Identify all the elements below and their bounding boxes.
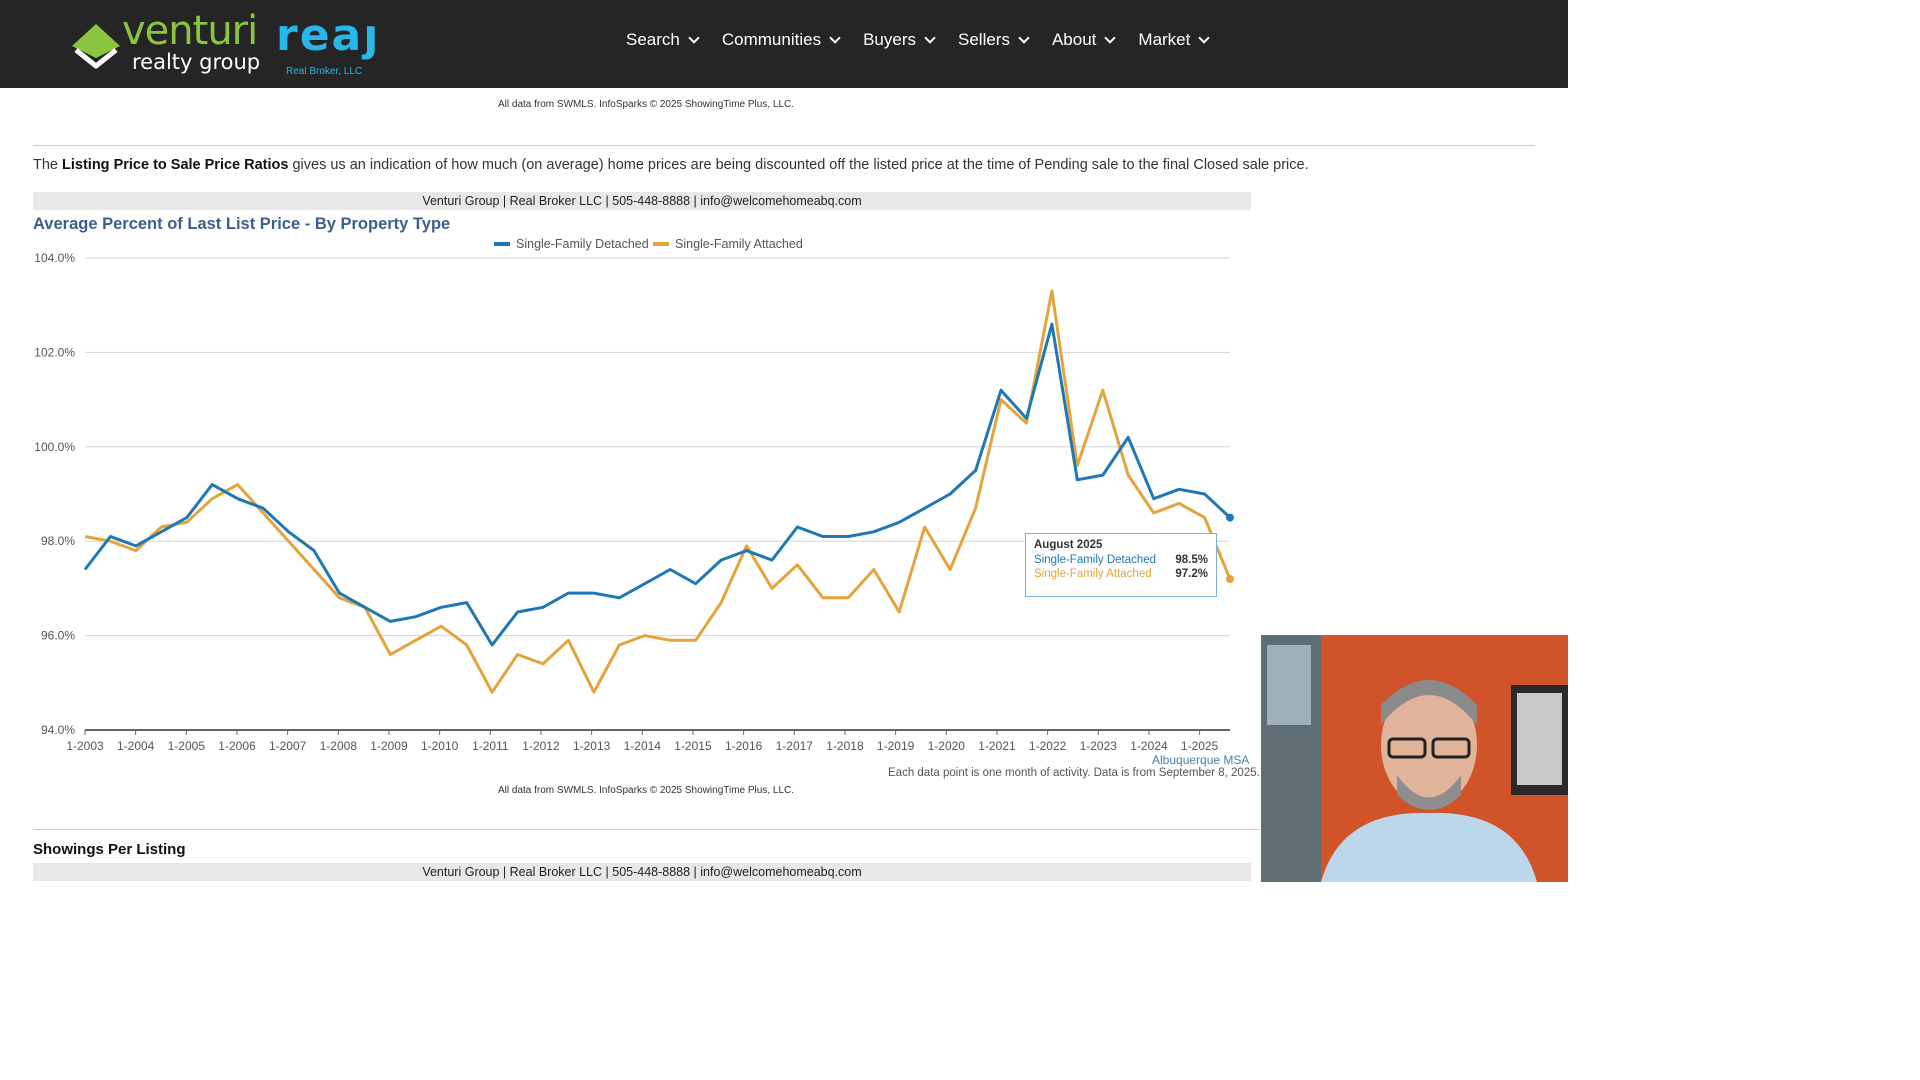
nav-communities-label: Communities (721, 30, 822, 49)
x-tick-label: 1-2011 (472, 739, 509, 753)
x-tick-label: 1-2003 (66, 739, 104, 753)
chevron-down-icon (688, 32, 700, 44)
x-tick-label: 1-2025 (1181, 739, 1219, 753)
nav-search[interactable]: Search (626, 28, 700, 52)
nav-about[interactable]: About (1051, 28, 1117, 52)
divider (33, 829, 1260, 830)
logo-venturi-text: venturi (122, 8, 258, 54)
chart-tooltip: August 2025 Single-Family Detached 98.5% … (1025, 533, 1217, 597)
price-ratio-chart[interactable]: 94.0% 96.0% 98.0% 100.0% 102.0% 104.0% 1-2003 1… (0, 230, 1260, 760)
series-point (1226, 513, 1234, 522)
y-tick-label: 94.0% (41, 723, 75, 737)
tooltip-row-detached: Single-Family Detached 98.5% (1034, 554, 1208, 566)
intro-paragraph: The Listing Price to Sale Price Ratios g… (33, 157, 1309, 173)
nav-buyers[interactable]: Buyers (863, 28, 936, 52)
x-tick-label: 1-2015 (674, 739, 712, 753)
contact-banner: Venturi Group | Real Broker LLC | 505-44… (33, 192, 1251, 210)
series-point (1226, 574, 1234, 583)
logo-broker-text: Real Broker, LLC (286, 66, 363, 77)
x-tick-label: 1-2005 (168, 739, 206, 753)
region-label: Albuquerque MSA (1152, 753, 1250, 767)
intro-suffix: gives us an indication of how much (on a… (288, 157, 1309, 173)
contact-banner: Venturi Group | Real Broker LLC | 505-44… (33, 863, 1251, 881)
nav-search-label: Search (626, 30, 680, 49)
nav-buyers-label: Buyers (863, 30, 916, 49)
x-tick-label: 1-2017 (776, 739, 814, 753)
chevron-down-icon (1198, 32, 1211, 44)
tooltip-value: 98.5% (1175, 554, 1208, 566)
chart-note: Each data point is one month of activity… (888, 767, 1260, 779)
x-tick-label: 1-2010 (421, 739, 459, 753)
x-tick-label: 1-2020 (928, 739, 966, 753)
y-tick-label: 98.0% (41, 534, 75, 548)
y-tick-label: 102.0% (34, 345, 75, 359)
x-tick-label: 1-2016 (725, 739, 763, 753)
series-line-attached (84, 289, 1232, 694)
y-tick-label: 100.0% (34, 440, 75, 454)
x-tick-label: 1-2024 (1130, 739, 1168, 753)
x-tick-label: 1-2021 (978, 739, 1016, 753)
x-tick-label: 1-2019 (877, 739, 915, 753)
intro-bold: Listing Price to Sale Price Ratios (62, 157, 289, 173)
logo-realty-text: realty group (132, 50, 261, 74)
x-tick-label: 1-2013 (573, 739, 611, 753)
x-tick-label: 1-2018 (826, 739, 864, 753)
x-tick-label: 1-2009 (370, 739, 408, 753)
x-tick-label: 1-2004 (117, 739, 155, 753)
x-tick-label: 1-2022 (1029, 739, 1067, 753)
tooltip-title: August 2025 (1034, 539, 1103, 551)
intro-prefix: The (33, 157, 63, 173)
x-tick-label: 1-2023 (1080, 739, 1118, 753)
x-tick-label: 1-2006 (218, 739, 256, 753)
x-tick-label: 1-2008 (320, 739, 358, 753)
tooltip-row-attached: Single-Family Attached 97.2% (1034, 568, 1208, 580)
section-title: Showings Per Listing (33, 841, 186, 858)
divider (33, 145, 1535, 146)
chart-source: All data from SWMLS. InfoSparks © 2025 S… (498, 785, 795, 796)
nav-communities[interactable]: Communities (721, 28, 841, 52)
tooltip-label: Single-Family Detached (1034, 554, 1157, 566)
tooltip-label: Single-Family Attached (1034, 568, 1152, 580)
chevron-down-icon (1018, 32, 1030, 44)
site-header: venturi realty group reaȷ Real Broker, L… (0, 0, 1568, 88)
nav-market-label: Market (1138, 30, 1191, 49)
nav-market[interactable]: Market (1138, 28, 1211, 52)
main-nav: Search Communities Buyers Sellers About … (626, 28, 1211, 52)
y-tick-label: 104.0% (34, 251, 75, 265)
legend-label: Single-Family Detached (516, 237, 649, 251)
y-tick-label: 96.0% (41, 629, 75, 643)
venturi-logo[interactable]: venturi realty group reaȷ Real Broker, L… (68, 8, 388, 78)
x-tick-label: 1-2007 (269, 739, 307, 753)
house-logo-icon (72, 24, 120, 69)
nav-sellers[interactable]: Sellers (958, 28, 1030, 52)
presenter-video (1261, 635, 1568, 882)
nav-about-label: About (1051, 30, 1097, 49)
chevron-down-icon (1104, 32, 1117, 44)
nav-sellers-label: Sellers (958, 30, 1010, 49)
presenter-image (1261, 635, 1568, 882)
x-tick-label: 1-2014 (624, 739, 662, 753)
chevron-down-icon (829, 32, 841, 44)
legend-label: Single-Family Attached (675, 237, 803, 251)
tooltip-value: 97.2% (1175, 568, 1208, 580)
chevron-down-icon (924, 32, 936, 44)
logo-real-text: reaȷ (276, 10, 381, 61)
x-tick-label: 1-2012 (522, 739, 560, 753)
top-chart-source: All data from SWMLS. InfoSparks © 2025 S… (498, 99, 795, 110)
